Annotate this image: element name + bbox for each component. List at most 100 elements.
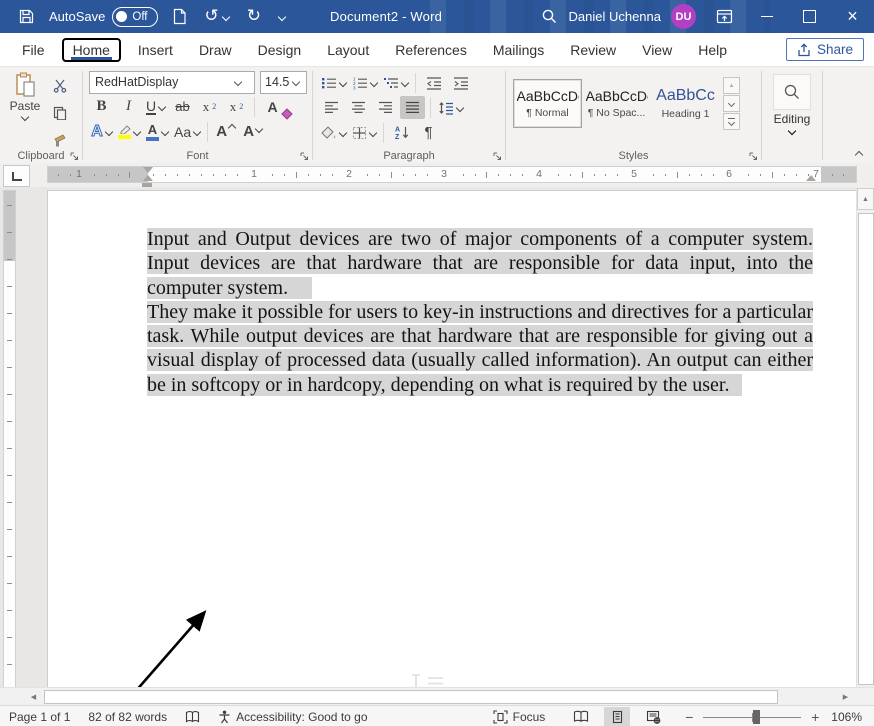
italic-button[interactable]: I [116, 95, 141, 118]
show-marks-button[interactable]: ¶ [416, 121, 441, 144]
tab-layout[interactable]: Layout [315, 37, 381, 63]
ribbon-display-options-button[interactable] [712, 0, 737, 33]
autosave-toggle[interactable]: Off [112, 7, 157, 27]
font-name-chevron[interactable] [234, 78, 242, 86]
justify-button[interactable] [400, 96, 425, 119]
tab-review[interactable]: Review [558, 37, 628, 63]
close-button[interactable]: × [831, 0, 874, 33]
align-right-button[interactable] [373, 96, 398, 119]
editing-button[interactable]: Editing [765, 70, 819, 134]
proofing-status[interactable] [176, 706, 209, 726]
redo-button[interactable]: ↻ [243, 0, 265, 33]
tab-home[interactable]: Home [62, 38, 121, 62]
horizontal-ruler[interactable]: 11234567 [47, 166, 857, 183]
line-spacing-button[interactable] [436, 96, 465, 119]
vertical-scroll-thumb[interactable] [858, 213, 874, 685]
shrink-font-button[interactable]: A [240, 120, 265, 143]
minimize-button[interactable] [745, 0, 788, 33]
font-size-chevron[interactable] [292, 78, 300, 86]
zoom-out-button[interactable]: − [682, 709, 696, 725]
accessibility-status[interactable]: Accessibility: Good to go [209, 706, 376, 726]
style-card-normal[interactable]: AaBbCcDc ¶ Normal [513, 79, 582, 128]
undo-button[interactable]: ↺ [201, 0, 233, 33]
style-card-no-spacing[interactable]: AaBbCcDc ¶ No Spac... [582, 79, 651, 128]
new-document-button[interactable] [168, 0, 191, 33]
highlight-button[interactable] [116, 120, 142, 143]
quick-access-overflow-button[interactable] [275, 0, 289, 33]
undo-dropdown-chevron[interactable] [222, 12, 230, 20]
zoom-slider-thumb[interactable] [753, 710, 760, 724]
paragraph[interactable]: Input and Output devices are two of majo… [147, 227, 813, 300]
collapse-ribbon-button[interactable] [855, 151, 863, 159]
styles-gallery-more[interactable] [723, 113, 740, 130]
word-count-status[interactable]: 82 of 82 words [79, 706, 176, 726]
tab-file[interactable]: File [10, 37, 57, 63]
superscript-button[interactable]: x2 [224, 95, 249, 118]
print-layout-button[interactable] [604, 707, 630, 726]
multilevel-list-button[interactable] [381, 71, 410, 94]
font-name-input[interactable] [90, 73, 235, 92]
bold-button[interactable]: B [89, 95, 114, 118]
tab-insert[interactable]: Insert [126, 37, 185, 63]
font-color-button[interactable]: A [144, 120, 170, 143]
paragraph[interactable]: They make it possible for users to key-i… [147, 300, 813, 397]
underline-button[interactable]: U [143, 95, 168, 118]
align-left-button[interactable] [319, 96, 344, 119]
increase-indent-button[interactable] [448, 71, 473, 94]
styles-scroll-up[interactable]: ▲ [723, 77, 740, 94]
paste-button[interactable]: Paste [3, 70, 47, 151]
font-size-combobox[interactable] [260, 71, 307, 94]
paste-dropdown-chevron[interactable] [21, 113, 29, 121]
horizontal-scrollbar[interactable]: ◀ ▶ [0, 687, 874, 705]
decrease-indent-button[interactable] [421, 71, 446, 94]
avatar[interactable]: DU [671, 4, 696, 29]
horizontal-scroll-thumb[interactable] [44, 690, 778, 704]
tab-view[interactable]: View [630, 37, 684, 63]
text-effects-button[interactable]: A [89, 120, 114, 143]
selected-text[interactable]: They make it possible for users to key-i… [147, 301, 813, 396]
user-name[interactable]: Daniel Uchenna [568, 9, 661, 24]
selected-text[interactable]: Input and Output devices are two of majo… [147, 228, 813, 299]
cut-button[interactable] [47, 74, 72, 97]
document-text[interactable]: Input and Output devices are two of majo… [147, 227, 813, 397]
page-number-status[interactable]: Page 1 of 1 [0, 706, 79, 726]
font-name-combobox[interactable] [89, 71, 255, 94]
font-dialog-launcher[interactable] [300, 152, 309, 161]
search-button[interactable] [537, 0, 562, 33]
underline-chevron[interactable] [158, 102, 166, 110]
save-button[interactable] [14, 0, 39, 33]
shading-button[interactable] [319, 121, 348, 144]
tab-draw[interactable]: Draw [187, 37, 244, 63]
share-button[interactable]: Share [786, 38, 864, 61]
font-size-input[interactable] [261, 73, 293, 92]
styles-scroll-down[interactable] [723, 95, 740, 112]
hanging-indent-marker[interactable] [143, 175, 153, 181]
numbering-button[interactable]: 123 [350, 71, 379, 94]
maximize-button[interactable] [788, 0, 831, 33]
zoom-percentage[interactable]: 106% [822, 706, 874, 726]
tab-design[interactable]: Design [246, 37, 314, 63]
change-case-button[interactable]: Aa [172, 120, 202, 143]
subscript-button[interactable]: x2 [197, 95, 222, 118]
tab-selector[interactable] [3, 165, 30, 187]
zoom-slider[interactable] [703, 707, 801, 726]
styles-dialog-launcher[interactable] [749, 152, 758, 161]
vertical-ruler[interactable] [3, 190, 16, 690]
tab-help[interactable]: Help [686, 37, 739, 63]
strikethrough-button[interactable]: ab [170, 95, 195, 118]
grow-font-button[interactable]: A [213, 120, 238, 143]
focus-toggle[interactable]: Focus [484, 706, 555, 726]
tab-mailings[interactable]: Mailings [481, 37, 556, 63]
scroll-right-button[interactable]: ▶ [839, 690, 852, 703]
clear-formatting-button[interactable]: A [260, 95, 285, 118]
borders-button[interactable] [350, 121, 378, 144]
vertical-scrollbar[interactable]: ▲ [856, 187, 874, 688]
format-painter-button[interactable] [47, 128, 72, 151]
sort-button[interactable]: AZ [389, 121, 414, 144]
clipboard-dialog-launcher[interactable] [70, 152, 79, 161]
style-card-heading1[interactable]: AaBbCc Heading 1 [651, 79, 720, 128]
scroll-up-button[interactable]: ▲ [857, 188, 874, 210]
zoom-in-button[interactable]: + [808, 709, 822, 725]
scroll-left-button[interactable]: ◀ [27, 690, 40, 703]
first-line-indent-marker[interactable] [143, 167, 153, 173]
